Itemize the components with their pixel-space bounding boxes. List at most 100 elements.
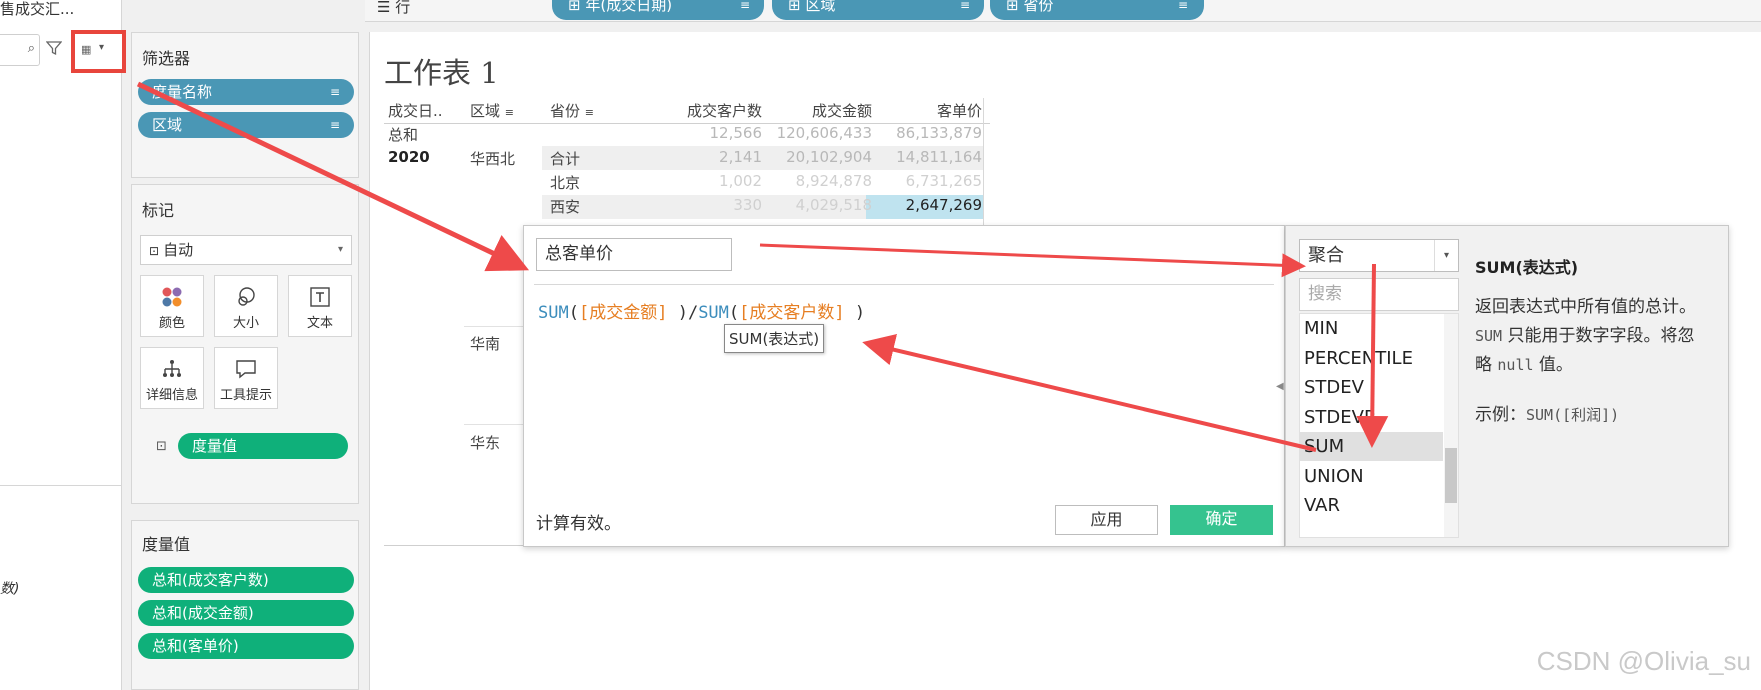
view-options-button[interactable]: ▦ ▾	[71, 30, 126, 73]
formula-function: SUM	[538, 303, 569, 323]
table-cell[interactable]: 14,811,164	[872, 148, 982, 166]
sort-icon: ≡	[329, 118, 340, 132]
function-item[interactable]: VAR	[1300, 491, 1443, 520]
text-box-icon	[310, 287, 330, 307]
rows-label: ☰ 行	[377, 0, 411, 16]
size-circles-icon	[238, 287, 255, 306]
rows-pill-region[interactable]: ⊞ 区域 ≡	[772, 0, 984, 20]
province-label[interactable]: 合计	[550, 148, 580, 169]
function-list[interactable]: MIN PERCENTILE STDEV STDEVP SUM UNION VA…	[1299, 313, 1459, 538]
apply-button[interactable]: 应用	[1055, 505, 1158, 535]
table-cell[interactable]: 4,029,518	[762, 196, 872, 214]
measure-pill-unit-price[interactable]: 总和(客单价)	[138, 633, 354, 659]
data-pane: 售成交汇... ⌕ ▦ ▾ 数)	[0, 0, 126, 690]
formula-function: SUM	[698, 303, 729, 323]
measure-values-panel: 度量值 总和(成交客户数) 总和(成交金额) 总和(客单价)	[131, 520, 359, 690]
rows-pill-year[interactable]: ⊞ 年(成交日期) ≡	[552, 0, 764, 20]
function-help-example: 示例：SUM([利润])	[1475, 405, 1620, 425]
rows-pill-province[interactable]: ⊞ 省份 ≡	[990, 0, 1204, 20]
table-cell[interactable]: 6,731,265	[872, 172, 982, 190]
field-fragment[interactable]: 数)	[0, 578, 19, 598]
search-icon: ⌕	[27, 41, 35, 56]
marks-pill-measure-values[interactable]: 度量值	[178, 433, 348, 459]
marks-text-button[interactable]: 文本	[288, 275, 352, 337]
formula-editor[interactable]: SUM([成交金额] )/SUM([成交客户数] )	[538, 298, 865, 323]
measure-pill-customers[interactable]: 总和(成交客户数)	[138, 567, 354, 593]
function-tooltip: SUM(表达式)	[724, 324, 825, 353]
filter-icon[interactable]	[46, 40, 62, 56]
marks-tooltip-button[interactable]: 工具提示	[214, 347, 278, 409]
function-list-scrollbar[interactable]	[1444, 314, 1458, 537]
sheet-title[interactable]: 工作表 1	[384, 50, 499, 92]
header-amount[interactable]: 成交金额	[762, 100, 872, 121]
region-label[interactable]: 华西北	[470, 148, 515, 169]
header-customers[interactable]: 成交客户数	[652, 100, 762, 121]
table-cell[interactable]: 2,141	[652, 148, 762, 166]
datasource-name[interactable]: 售成交汇...	[0, 0, 74, 19]
calc-name-input[interactable]: 总客单价	[536, 238, 732, 271]
chevron-down-icon: ▾	[99, 42, 105, 53]
table-cell[interactable]: 12,566	[652, 124, 763, 142]
table-cell[interactable]: 120,606,433	[762, 124, 872, 142]
divider	[534, 284, 1274, 285]
mark-type-icon: ⊡	[149, 244, 160, 258]
table-bottom-line	[384, 545, 524, 546]
detail-tree-icon	[163, 360, 181, 377]
measure-values-title: 度量值	[142, 535, 191, 554]
list-view-icon: ▦	[81, 43, 91, 56]
year-label[interactable]: 2020	[388, 148, 430, 166]
header-province[interactable]: 省份 ≡	[550, 100, 594, 121]
function-search-input[interactable]: 搜索	[1299, 278, 1459, 311]
marks-size-button[interactable]: 大小	[214, 275, 278, 337]
paren: (	[568, 303, 579, 323]
function-item[interactable]: MIN	[1300, 314, 1443, 343]
sort-icon: ≡	[504, 106, 515, 119]
sort-icon: ≡	[584, 106, 595, 119]
paren: (	[728, 303, 740, 323]
sort-icon: ≡	[329, 85, 340, 99]
function-help-title: SUM(表达式)	[1475, 258, 1579, 277]
field-search-input[interactable]: ⌕	[0, 34, 40, 66]
marks-color-button[interactable]: 颜色	[140, 275, 204, 337]
marks-detail-button[interactable]: 详细信息	[140, 347, 204, 409]
text-encoding-icon: ⊡	[156, 439, 167, 454]
table-cell-highlighted[interactable]: 2,647,269	[872, 196, 982, 214]
table-cell[interactable]: 8,924,878	[762, 172, 872, 190]
color-dots-icon	[162, 287, 182, 307]
measure-pill-amount[interactable]: 总和(成交金额)	[138, 600, 354, 626]
formula-field: [成交客户数]	[739, 303, 845, 323]
region-label[interactable]: 华南	[470, 333, 500, 354]
scrollbar-thumb[interactable]	[1445, 448, 1457, 503]
filters-title: 筛选器	[142, 49, 191, 68]
function-item[interactable]: STDEVP	[1300, 403, 1443, 432]
mark-type-select[interactable]: ⊡ 自动 ▾	[140, 235, 352, 265]
ok-button[interactable]: 确定	[1170, 505, 1273, 535]
marks-title: 标记	[142, 201, 175, 220]
chevron-down-icon: ▾	[1434, 240, 1458, 271]
province-label[interactable]: 西安	[550, 196, 580, 217]
function-item[interactable]: STDEV	[1300, 373, 1443, 402]
chevron-down-icon: ▾	[337, 244, 343, 255]
table-cell[interactable]: 1,002	[652, 172, 762, 190]
sort-icon: ≡	[1177, 0, 1188, 12]
watermark: CSDN @Olivia_su	[1536, 646, 1751, 676]
function-category-select[interactable]: 聚合 ▾	[1299, 239, 1459, 272]
filter-pill-region[interactable]: 区域 ≡	[138, 112, 354, 138]
paren: )	[667, 303, 688, 323]
collapse-panel-icon[interactable]: ◀	[1276, 381, 1284, 392]
filter-pill-measure-names[interactable]: 度量名称 ≡	[138, 79, 354, 105]
header-unit-price[interactable]: 客单价	[872, 100, 982, 121]
rows-icon: ☰	[377, 0, 391, 16]
function-item-selected[interactable]: SUM	[1300, 432, 1443, 461]
table-cell[interactable]: 86,133,879	[872, 124, 982, 142]
sort-icon: ≡	[739, 0, 750, 12]
function-item[interactable]: UNION	[1300, 462, 1443, 491]
calculation-editor: 总客单价 SUM([成交金额] )/SUM([成交客户数] ) SUM(表达式)…	[523, 225, 1285, 547]
header-region[interactable]: 区域 ≡	[470, 100, 514, 121]
table-cell[interactable]: 20,102,904	[762, 148, 872, 166]
function-item[interactable]: PERCENTILE	[1300, 344, 1443, 373]
table-cell[interactable]: 330	[652, 196, 762, 214]
header-date[interactable]: 成交日..	[388, 100, 443, 121]
region-label[interactable]: 华东	[470, 432, 500, 453]
province-label[interactable]: 北京	[550, 172, 580, 193]
